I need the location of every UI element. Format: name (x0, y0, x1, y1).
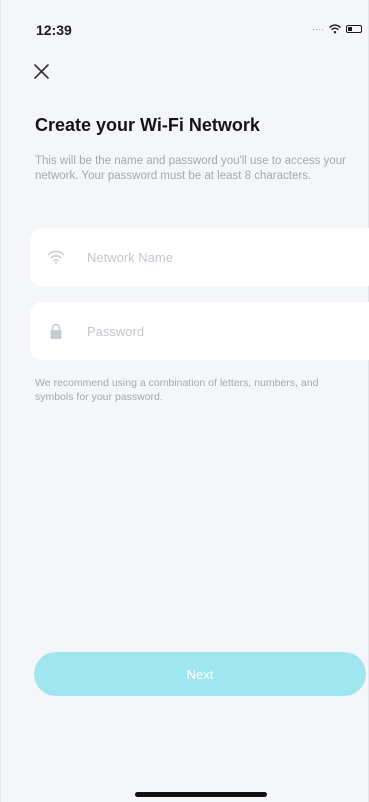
wifi-status-icon (329, 24, 341, 34)
wifi-icon (46, 247, 66, 267)
page-title: Create your Wi-Fi Network (35, 115, 260, 135)
next-button[interactable]: Next (34, 652, 366, 696)
lock-icon (46, 321, 66, 341)
close-icon (34, 64, 49, 79)
battery-icon (346, 25, 362, 33)
network-name-input[interactable] (87, 249, 337, 265)
home-indicator (135, 792, 267, 797)
page-description: This will be the name and password you'l… (35, 155, 346, 182)
password-hint: We recommend using a combination of lett… (35, 377, 319, 403)
signal-icon: ···· (312, 23, 324, 34)
status-icons: ···· (312, 24, 362, 34)
password-field[interactable] (30, 302, 369, 360)
network-name-field[interactable] (30, 228, 369, 286)
status-time: 12:39 (36, 22, 72, 38)
status-bar: 12:39 ···· (1, 0, 369, 48)
app-screen: 12:39 ···· Create your Wi-Fi Network Thi… (0, 0, 369, 802)
close-button[interactable] (31, 61, 53, 83)
password-input[interactable] (87, 323, 337, 339)
